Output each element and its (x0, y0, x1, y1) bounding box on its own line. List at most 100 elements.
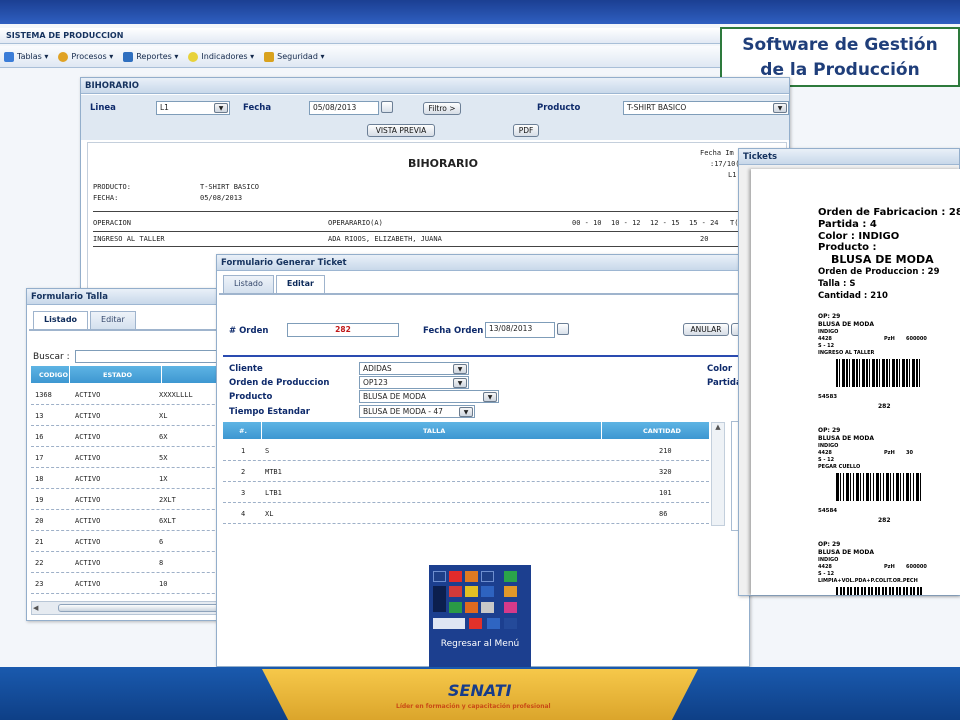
orden-fabricacion: Orden de Fabricacion : 282 (818, 207, 960, 218)
ticket-label: OP: 29 BLUSA DE MODA INDIGO 4428 PzH 30 … (818, 427, 958, 539)
menu-tile-icon (487, 618, 500, 629)
chevron-down-icon[interactable]: ▼ (459, 407, 473, 417)
menu-tile-icon (433, 586, 446, 612)
menu-tile-icon (465, 586, 478, 597)
scroll-left-arrow[interactable]: ◀ (33, 603, 43, 613)
scroll-thumb[interactable] (58, 604, 238, 612)
tab-listado[interactable]: Listado (33, 311, 89, 329)
chevron-down-icon[interactable]: ▼ (453, 378, 467, 388)
ticket-title: Formulario Generar Ticket (217, 255, 749, 271)
partida: Partida : 4 (818, 219, 877, 230)
talla-tabs: Listado Editar (33, 311, 138, 329)
orden-produccion-select[interactable]: OP123 ▼ (359, 376, 469, 389)
return-menu-widget[interactable]: Regresar al Menú (429, 565, 531, 668)
fecha-orden-input[interactable]: 13/08/2013 (485, 322, 555, 338)
producto-label: Producto (537, 103, 581, 113)
ticket-tabs: Listado Editar (223, 275, 327, 293)
col-number: #. (239, 427, 247, 435)
col-hour: 00 - 10 (572, 219, 602, 227)
table-row[interactable]: 1 S 210 (223, 440, 709, 461)
col-divider (161, 366, 162, 383)
menu-tile-icon (504, 618, 517, 629)
top-banner (0, 0, 960, 24)
calendar-icon[interactable] (557, 323, 569, 335)
tab-listado[interactable]: Listado (223, 275, 274, 293)
row-value: 20 (700, 235, 709, 243)
col-codigo: CODIGO (39, 371, 68, 379)
orden-produccion-label: Orden de Produccion (229, 378, 330, 388)
col-divider (601, 422, 602, 439)
chevron-down-icon[interactable]: ▼ (453, 364, 467, 374)
report-fecha-label: FECHA: (93, 194, 119, 202)
menu-indicadores[interactable]: Indicadores ▾ (188, 51, 254, 62)
main-menu-bar: Tablas ▾ Procesos ▾ Reportes ▾ Indicador… (0, 46, 720, 68)
menu-tile-icon (449, 602, 462, 613)
table-row[interactable]: 2 MTB1 320 (223, 461, 709, 482)
menu-tile-icon (504, 571, 517, 582)
chevron-down-icon[interactable]: ▼ (214, 103, 228, 113)
menu-tile-icon (481, 602, 494, 613)
report-producto-label: PRODUCTO: (93, 183, 131, 191)
partida-label: Partida (707, 378, 742, 388)
menu-tablas[interactable]: Tablas ▾ (4, 51, 48, 62)
col-divider (261, 422, 262, 439)
linea-select[interactable]: L1 ▼ (156, 101, 230, 115)
menu-tile-icon (449, 571, 462, 582)
vista-previa-button[interactable]: VISTA PREVIA (367, 124, 435, 137)
producto-select[interactable]: T-SHIRT BASICO ▼ (623, 101, 789, 115)
talla: Talla : S (818, 279, 856, 289)
orden-label: # Orden (229, 326, 269, 336)
menu-reportes[interactable]: Reportes ▾ (123, 51, 178, 62)
fecha-imp-value: :17/10( (710, 160, 740, 168)
calendar-icon[interactable] (381, 101, 393, 113)
chevron-down-icon[interactable]: ▼ (483, 392, 497, 402)
report-header-line (93, 231, 783, 232)
report-icon (123, 51, 134, 62)
producto-label: Producto (229, 392, 273, 402)
wrench-icon (4, 51, 14, 62)
callout-line1: Software de Gestión (742, 35, 938, 55)
fecha-label: Fecha (243, 103, 272, 113)
col-cantidad: CANTIDAD (643, 427, 681, 435)
producto: Producto : (818, 242, 877, 253)
app-title: SISTEMA DE PRODUCCION (0, 28, 720, 44)
tiempo-estandar-select[interactable]: BLUSA DE MODA - 47 ▼ (359, 405, 475, 418)
menu-tile-icon (433, 618, 465, 629)
section-divider (223, 355, 751, 357)
anular-button[interactable]: ANULAR (683, 323, 729, 336)
pdf-button[interactable]: PDF (513, 124, 539, 137)
linea-label: Linea (90, 103, 116, 113)
producto-value: BLUSA DE MODA (831, 253, 934, 266)
col-operacion: OPERACION (93, 219, 131, 227)
vertical-scrollbar[interactable]: ▲ (711, 422, 725, 526)
menu-seguridad[interactable]: Seguridad ▾ (264, 51, 324, 62)
tiempo-estandar-label: Tiempo Estandar (229, 407, 310, 417)
table-row[interactable]: 4 XL 86 (223, 503, 709, 524)
tab-editar[interactable]: Editar (275, 275, 325, 293)
cantidad: Cantidad : 210 (818, 291, 888, 301)
col-hour: 12 - 15 (650, 219, 680, 227)
fecha-input[interactable]: 05/08/2013 (309, 101, 379, 115)
menu-tile-icon (504, 602, 517, 613)
footer-banner: SENATI Líder en formación y capacitación… (0, 667, 960, 720)
filtro-button[interactable]: Filtro > (423, 102, 461, 115)
tab-underline (219, 293, 747, 295)
tab-editar[interactable]: Editar (90, 311, 136, 329)
ticket-table-header: #. TALLA CANTIDAD (223, 422, 709, 439)
footer-tagline: Líder en formación y capacitación profes… (396, 703, 551, 710)
chevron-down-icon[interactable]: ▼ (773, 103, 787, 113)
fecha-orden-label: Fecha Orden (423, 326, 484, 336)
menu-procesos[interactable]: Procesos ▾ (58, 51, 113, 62)
fecha-imp-label: Fecha Im (700, 149, 734, 157)
color-label: Color (707, 364, 733, 374)
cliente-label: Cliente (229, 364, 263, 374)
cliente-select[interactable]: ADIDAS ▼ (359, 362, 469, 375)
ticket-paper: Orden de Fabricacion : 282 Partida : 4 C… (751, 169, 960, 595)
row-operario: ADA RIOOS, ELIZABETH, JUANA (328, 235, 442, 243)
producto-select[interactable]: BLUSA DE MODA ▼ (359, 390, 499, 403)
menu-tile-icon (465, 602, 478, 613)
orden-input[interactable]: 282 (287, 323, 399, 337)
lightbulb-icon (188, 51, 199, 62)
fecha-imp-line: L1 (728, 171, 737, 179)
table-row[interactable]: 3 LTB1 101 (223, 482, 709, 503)
